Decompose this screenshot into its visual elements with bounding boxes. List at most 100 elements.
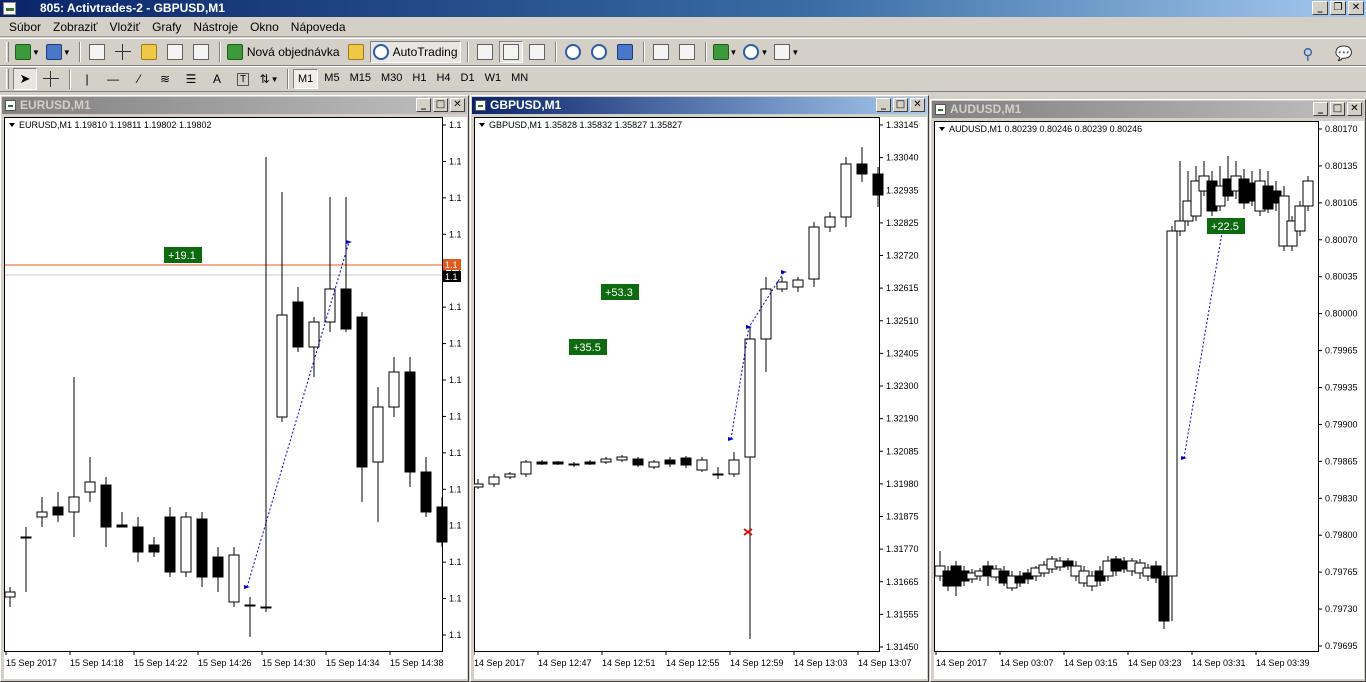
minimize-button[interactable]: _ [1312,1,1328,15]
time-tick-label: 14 Sep 13:03 [794,658,848,668]
price-tick-label: 1.1 [449,375,462,385]
candle-body [404,371,416,473]
metaeditor-icon [347,44,364,60]
navigator-button[interactable] [137,41,161,63]
line-chart-button[interactable] [525,41,549,63]
toolbar-grip[interactable] [6,42,9,62]
chart-window-title[interactable]: AUDUSD,M1 _ □ ✕ [932,101,1364,118]
market-watch-button[interactable] [85,41,109,63]
chat-button[interactable]: 💬 [1332,43,1356,65]
candle-body [488,476,500,485]
profiles-button[interactable]: ▼ [44,41,73,63]
chart-canvas[interactable]: GBPUSD,M1 1.35828 1.35832 1.35827 1.3582… [474,117,927,679]
candle-body [260,606,272,609]
candle-body [164,516,176,573]
menu-charts[interactable]: Grafy [146,18,187,36]
zoom-in-button[interactable] [561,41,585,63]
tile-windows-button[interactable] [613,41,637,63]
price-tick-label: 1.1 [449,557,462,567]
chart-window-eurusd[interactable]: EURUSD,M1 _ □ ✕ EURUSD,M1 1.19810 1.1981… [0,95,469,682]
candle-body [420,471,432,513]
close-button[interactable]: ✕ [1348,1,1364,15]
cursor-tool[interactable]: ➤ [13,68,37,90]
app-titlebar: 805: Activtrades-2 - GBPUSD,M1 _ ❐ ✕ [0,0,1366,17]
menu-help[interactable]: Nápoveda [285,18,352,36]
bar-chart-button[interactable] [473,41,497,63]
data-window-button[interactable] [111,41,135,63]
fibo-tool[interactable]: ☰ [179,68,203,90]
metaeditor-button[interactable] [344,41,368,63]
timeframe-d1[interactable]: D1 [457,69,479,89]
periods-button[interactable]: ▼ [741,41,770,63]
time-tick-label: 14 Sep 03:23 [1128,658,1182,668]
timeframe-w1[interactable]: W1 [481,69,506,89]
chart-window-gbpusd[interactable]: GBPUSD,M1 _ □ ✕ GBPUSD,M1 1.35828 1.3583… [470,95,929,682]
menu-window[interactable]: Okno [244,18,285,36]
new-chart-button[interactable]: ▼ [13,41,42,63]
restore-button[interactable]: ❐ [1330,1,1346,15]
time-tick-label: 14 Sep 2017 [936,658,987,668]
autotrading-button[interactable]: AutoTrading [369,41,461,63]
templates-button[interactable]: ▼ [772,41,801,63]
menu-insert[interactable]: Vložiť [104,18,147,36]
timeframe-h4[interactable]: H4 [432,69,454,89]
bar-chart-icon [476,44,493,60]
chart-minimize-button[interactable]: _ [1313,102,1328,116]
price-tick-label: 1.33145 [886,120,919,130]
chart-window-audusd[interactable]: AUDUSD,M1 _ □ ✕ AUDUSD,M1 0.80239 0.8024… [930,99,1366,682]
trendline-tool[interactable]: ⁄ [127,68,151,90]
channel-tool[interactable]: ≋ [153,68,177,90]
chart-close-button[interactable]: ✕ [450,98,465,112]
text-label-tool[interactable]: T [231,68,255,90]
vertical-line-tool[interactable]: | [75,68,99,90]
candle-body [1158,575,1170,622]
candle-body [696,459,708,471]
timeframe-mn[interactable]: MN [507,69,532,89]
chart-shift-button[interactable] [675,41,699,63]
time-tick-label: 15 Sep 14:30 [262,658,316,668]
autoscroll-button[interactable] [649,41,673,63]
chart-minimize-button[interactable]: _ [876,98,891,112]
indicators-button[interactable]: ▼ [711,41,740,63]
candle-body [728,459,740,475]
price-tick-label: 1.31875 [886,512,919,522]
candle-body [504,473,516,478]
timeframe-m15[interactable]: M15 [346,69,375,89]
timeframe-m1[interactable]: M1 [293,69,319,89]
new-order-button[interactable]: Nová objednávka [225,41,342,63]
strategy-tester-button[interactable] [189,41,213,63]
candle-body [1166,230,1178,577]
chart-close-button[interactable]: ✕ [1347,102,1362,116]
text-tool[interactable]: A [205,68,229,90]
chart-canvas[interactable]: EURUSD,M1 1.19810 1.19811 1.19802 1.1980… [4,117,467,679]
price-tick-label: 0.79830 [1325,493,1358,503]
menu-tools[interactable]: Nástroje [187,18,244,36]
candle-body [84,481,96,493]
terminal-button[interactable] [163,41,187,63]
search-button[interactable]: ⚲ [1296,43,1320,65]
price-tick-label: 0.79900 [1325,419,1358,429]
chart-maximize-button[interactable]: □ [1330,102,1345,116]
chart-window-title[interactable]: GBPUSD,M1 _ □ ✕ [472,97,927,114]
symbol-info-text: GBPUSD,M1 1.35828 1.35832 1.35827 1.3582… [489,120,682,130]
zoom-out-button[interactable] [587,41,611,63]
crosshair-tool[interactable] [39,68,63,90]
menu-view[interactable]: Zobraziť [47,18,104,36]
timeframe-h1[interactable]: H1 [408,69,430,89]
toolbar-grip-2[interactable] [6,69,9,89]
chart-window-title[interactable]: EURUSD,M1 _ □ ✕ [2,97,467,114]
chart-maximize-button[interactable]: □ [433,98,448,112]
timeframe-m5[interactable]: M5 [320,69,343,89]
chart-close-button[interactable]: ✕ [910,98,925,112]
menu-file[interactable]: Súbor [3,18,47,36]
timeframe-m30[interactable]: M30 [377,69,406,89]
clock-icon [743,44,760,60]
arrows-tool[interactable]: ⇅ ▼ [257,68,281,90]
candlestick-button[interactable] [498,41,523,63]
profit-badge-text: +22.5 [1211,221,1239,233]
horizontal-line-tool[interactable]: — [101,68,125,90]
chart-canvas[interactable]: AUDUSD,M1 0.80239 0.80246 0.80239 0.8024… [934,121,1364,679]
chart-minimize-button[interactable]: _ [416,98,431,112]
chart-maximize-button[interactable]: □ [893,98,908,112]
time-tick-label: 14 Sep 2017 [474,658,525,668]
